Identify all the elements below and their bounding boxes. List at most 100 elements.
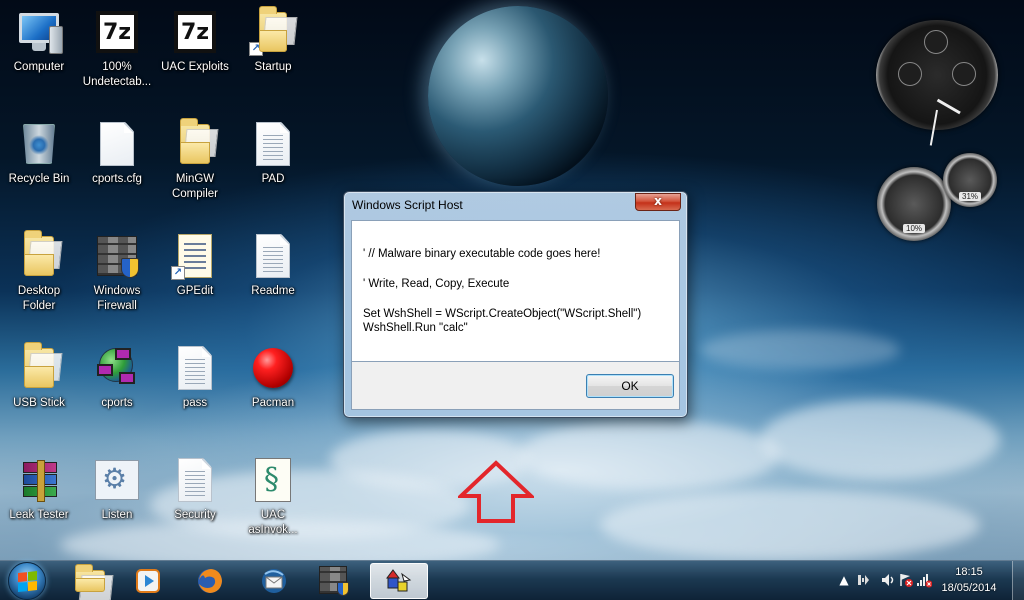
media-player-icon <box>136 569 160 593</box>
taskbar-windows-explorer[interactable] <box>64 563 116 599</box>
clock-gadget[interactable] <box>876 20 998 146</box>
red-ball-icon <box>249 344 297 392</box>
start-button[interactable] <box>8 562 46 600</box>
memory-usage-readout: 31% <box>958 192 982 201</box>
red-arrow-annotation <box>458 460 534 523</box>
desktop-icon-label: GPEdit <box>176 285 214 297</box>
message-line: ' Write, Read, Copy, Execute <box>363 278 510 290</box>
tray-wireless-icon[interactable] <box>856 572 872 588</box>
cpu-usage-readout: 10% <box>902 224 926 233</box>
desktop-icon-computer[interactable]: Computer <box>0 4 78 106</box>
desktop-icon-gpedit[interactable]: ↗ GPEdit <box>156 228 234 330</box>
desktop-icon-label: cports <box>101 397 133 409</box>
text-file-icon <box>171 344 219 392</box>
firewall-icon <box>93 232 141 280</box>
desktop-icon-label: Pacman <box>251 397 295 409</box>
7zip-archive-icon: 7z <box>171 8 219 56</box>
tray-action-center-icon[interactable] <box>898 572 914 588</box>
cports-icon <box>93 344 141 392</box>
desktop-icon-security[interactable]: Security <box>156 452 234 554</box>
desktop-icon-startup[interactable]: ↗ Startup <box>234 4 312 106</box>
taskbar-clock-date[interactable]: 18/05/2014 <box>934 582 1004 594</box>
desktop-icon-label: pass <box>182 397 208 409</box>
desktop-icon-cports-cfg[interactable]: cports.cfg <box>78 116 156 218</box>
desktop-icon-label: USB Stick <box>13 397 65 409</box>
desktop-icon-usb-stick[interactable]: USB Stick <box>0 340 78 442</box>
dialog-message-area: ' // Malware binary executable code goes… <box>351 220 680 362</box>
ok-button[interactable]: OK <box>586 374 674 398</box>
desktop-icon-readme[interactable]: Readme <box>234 228 312 330</box>
desktop-icon-label: MinGW Compiler <box>171 173 218 200</box>
desktop-icon-label: Security <box>174 509 216 521</box>
show-hidden-icons-chevron-icon[interactable]: ▲ <box>836 572 852 588</box>
message-line: ' // Malware binary executable code goes… <box>363 248 601 260</box>
windows-script-host-dialog: Windows Script Host x ' // Malware binar… <box>343 191 688 418</box>
desktop-icon-windows-firewall[interactable]: Windows Firewall <box>78 228 156 330</box>
folder-icon <box>15 342 63 392</box>
tray-volume-icon[interactable] <box>880 572 896 588</box>
desktop-icon-pacman[interactable]: Pacman <box>234 340 312 442</box>
script-file-icon <box>249 456 297 504</box>
firewall-icon <box>319 566 349 596</box>
desktop-icon-100-undetectable[interactable]: 7z 100% Undetectab... <box>78 4 156 106</box>
desktop-icon-label: Windows Firewall <box>93 285 141 312</box>
dialog-close-button[interactable]: x <box>635 193 681 211</box>
gear-window-icon <box>93 456 141 504</box>
desktop-icon-label: UAC Exploits <box>161 61 229 73</box>
show-desktop-button[interactable] <box>1012 561 1024 600</box>
desktop-icon-label: Readme <box>251 285 295 297</box>
desktop-icon-pass[interactable]: pass <box>156 340 234 442</box>
7zip-archive-icon: 7z <box>93 8 141 56</box>
planet-wallpaper-element <box>428 6 608 186</box>
taskbar-clock-time[interactable]: 18:15 <box>934 566 1004 578</box>
desktop-icon-label: PAD <box>261 173 285 185</box>
memory-meter-gadget[interactable]: 31% <box>943 153 997 207</box>
desktop-icon-label: Startup <box>254 61 292 73</box>
windows-explorer-icon <box>75 564 105 592</box>
text-file-icon <box>249 120 297 168</box>
cpu-meter-gadget[interactable]: 10% <box>877 167 951 241</box>
windows-logo-icon <box>18 571 38 593</box>
desktop-icon-label: cports.cfg <box>92 173 142 185</box>
message-line: WshShell.Run "calc" <box>363 322 468 334</box>
folder-icon <box>15 230 63 280</box>
desktop-icon-uac-exploits[interactable]: 7z UAC Exploits <box>156 4 234 106</box>
computer-icon <box>15 8 63 56</box>
dialog-button-bar: OK <box>351 362 680 410</box>
desktop-icon-cports[interactable]: cports <box>78 340 156 442</box>
blank-file-icon <box>93 120 141 168</box>
text-file-icon <box>249 232 297 280</box>
dialog-title: Windows Script Host <box>352 198 463 212</box>
desktop-icon-label: 100% Undetectab... <box>82 61 152 88</box>
desktop-icon-leak-tester[interactable]: Leak Tester <box>0 452 78 554</box>
taskbar-media-player[interactable] <box>122 563 174 599</box>
folder-icon <box>171 118 219 168</box>
document-shortcut-icon: ↗ <box>171 232 219 280</box>
desktop-icon-uac-asinvoker[interactable]: UAC asInvok... <box>234 452 312 554</box>
taskbar-thunderbird[interactable] <box>248 563 300 599</box>
desktop-icon-pad[interactable]: PAD <box>234 116 312 218</box>
desktop-icon-recycle-bin[interactable]: Recycle Bin <box>0 116 78 218</box>
desktop-icon-label: Listen <box>101 509 133 521</box>
desktop-icon-listen[interactable]: Listen <box>78 452 156 554</box>
text-file-icon <box>171 456 219 504</box>
desktop-icon-label: Recycle Bin <box>8 173 70 185</box>
desktop-icon-label: Leak Tester <box>9 509 69 521</box>
folder-shortcut-icon: ↗ <box>249 6 297 56</box>
taskbar-firefox[interactable] <box>184 563 236 599</box>
recycle-bin-icon <box>15 120 63 168</box>
dialog-message: ' // Malware binary executable code goes… <box>363 247 673 335</box>
taskbar-windows-firewall[interactable] <box>308 563 360 599</box>
thunderbird-icon <box>262 569 286 593</box>
firefox-icon <box>198 569 222 593</box>
taskbar-windows-script-host[interactable] <box>370 563 428 599</box>
desktop-icon-mingw-compiler[interactable]: MinGW Compiler <box>156 116 234 218</box>
message-line: Set WshShell = WScript.CreateObject("WSc… <box>363 308 642 320</box>
desktop-icon-label: UAC asInvok... <box>248 509 298 536</box>
desktop-icon-label: Computer <box>13 61 65 73</box>
tray-network-icon[interactable] <box>916 572 933 588</box>
winrar-icon <box>15 456 63 504</box>
desktop-icon-desktop-folder[interactable]: Desktop Folder <box>0 228 78 330</box>
desktop-icon-label: Desktop Folder <box>17 285 61 312</box>
script-host-icon <box>386 569 412 592</box>
